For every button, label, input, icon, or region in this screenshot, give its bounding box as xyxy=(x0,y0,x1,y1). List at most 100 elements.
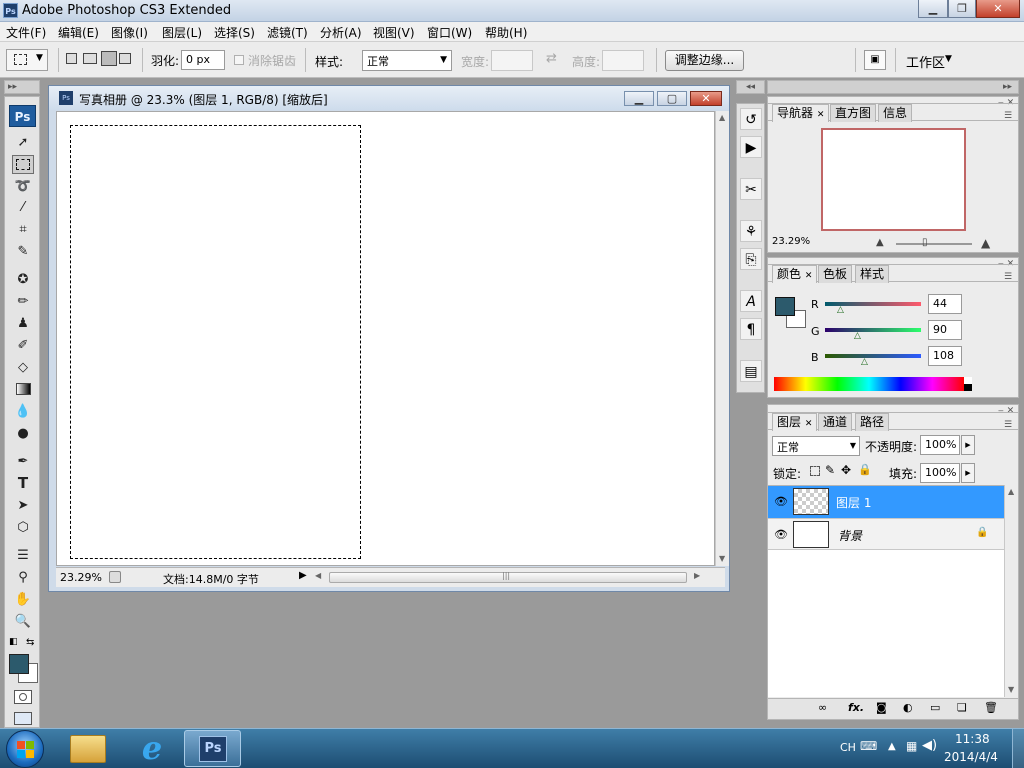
selection-marquee[interactable] xyxy=(70,125,361,559)
menu-window[interactable]: 窗口(W) xyxy=(427,24,472,41)
screen-mode-icon[interactable] xyxy=(14,712,32,725)
chevron-down-icon[interactable]: ▼ xyxy=(945,54,952,64)
menu-help[interactable]: 帮助(H) xyxy=(485,24,527,41)
shape-tool-icon[interactable]: ⬡ xyxy=(12,518,34,537)
close-icon[interactable]: ✕ xyxy=(805,419,813,429)
lock-transparency-icon[interactable] xyxy=(810,466,820,476)
eyedropper-tool-icon[interactable]: ⚲ xyxy=(12,568,34,587)
move-tool-icon[interactable]: ➚ xyxy=(12,133,34,152)
tab-navigator[interactable]: 导航器 ✕ xyxy=(772,104,830,122)
layer-mask-icon[interactable]: ◙ xyxy=(876,701,887,714)
horizontal-scroll-thumb[interactable]: ||| xyxy=(329,571,687,583)
panel-menu-icon[interactable]: ☰ xyxy=(1004,420,1012,430)
feather-input[interactable]: 0 px xyxy=(181,50,225,70)
scroll-left-icon[interactable]: ◀ xyxy=(315,571,321,580)
healing-brush-tool-icon[interactable]: ✪ xyxy=(12,270,34,289)
blue-slider-handle[interactable]: △ xyxy=(861,357,868,367)
internet-explorer-icon[interactable]: e xyxy=(134,731,170,767)
layers-scrollbar[interactable]: ▲ ▼ xyxy=(1004,485,1018,697)
delete-layer-icon[interactable]: 🗑 xyxy=(984,701,998,714)
type-tool-icon[interactable]: T xyxy=(12,474,34,493)
canvas-area[interactable] xyxy=(56,111,715,566)
doc-close-button[interactable]: ✕ xyxy=(690,91,722,106)
toolbox-collapse-icon[interactable]: ▸▸ xyxy=(4,80,40,94)
close-icon[interactable]: ✕ xyxy=(817,110,825,120)
crop-tool-icon[interactable]: ⌗ xyxy=(12,220,34,239)
opacity-input[interactable]: 100% xyxy=(920,435,960,455)
menu-layer[interactable]: 图层(L) xyxy=(162,24,202,41)
green-slider[interactable] xyxy=(825,328,921,332)
foreground-color-swatch[interactable] xyxy=(9,654,29,674)
tool-preset-picker[interactable]: ▼ xyxy=(6,49,48,71)
navigator-thumbnail[interactable] xyxy=(821,128,966,231)
width-input[interactable] xyxy=(491,50,533,71)
menu-edit[interactable]: 编辑(E) xyxy=(58,24,99,41)
intersect-selection-icon[interactable] xyxy=(119,53,131,64)
layer-row[interactable]: 👁 图层 1 xyxy=(768,486,1004,518)
character-panel-icon[interactable]: A xyxy=(740,290,762,312)
hand-tool-icon[interactable]: ✋ xyxy=(12,590,34,609)
default-colors-icon[interactable]: ◧ xyxy=(9,637,18,647)
blue-value-input[interactable]: 108 xyxy=(928,346,962,366)
blue-slider[interactable] xyxy=(825,354,921,358)
tab-color[interactable]: 颜色 ✕ xyxy=(772,265,818,283)
blur-tool-icon[interactable]: 💧 xyxy=(12,402,34,421)
show-hidden-icons-icon[interactable]: ▲ xyxy=(888,741,896,752)
menu-analysis[interactable]: 分析(A) xyxy=(320,24,362,41)
zoom-tool-icon[interactable]: 🔍 xyxy=(12,612,34,631)
new-layer-icon[interactable]: ❏ xyxy=(957,701,967,714)
clock-date[interactable]: 2014/4/4 xyxy=(944,750,998,764)
doc-minimize-button[interactable]: ▁ xyxy=(624,91,654,106)
zoom-slider-track[interactable] xyxy=(896,243,972,245)
swap-colors-icon[interactable]: ⇆ xyxy=(26,637,34,648)
style-select[interactable]: 正常 ▼ xyxy=(362,50,452,71)
refine-edge-button[interactable]: 调整边缘... xyxy=(665,50,744,71)
keyboard-icon[interactable]: ⌨ xyxy=(860,739,877,753)
menu-view[interactable]: 视图(V) xyxy=(373,24,415,41)
lock-all-icon[interactable]: 🔒 xyxy=(858,463,872,476)
color-foreground-swatch[interactable] xyxy=(775,297,795,316)
tool-presets-panel-icon[interactable]: ✂ xyxy=(740,178,762,200)
clone-source-panel-icon[interactable]: ⎘ xyxy=(740,248,762,270)
height-input[interactable] xyxy=(602,50,644,71)
pen-tool-icon[interactable]: ✒ xyxy=(12,452,34,471)
menu-filter[interactable]: 滤镜(T) xyxy=(267,24,308,41)
scroll-up-icon[interactable]: ▲ xyxy=(1008,487,1014,496)
workspace-menu[interactable]: 工作区 xyxy=(906,52,945,71)
brush-tool-icon[interactable]: ✏ xyxy=(12,292,34,311)
tab-paths[interactable]: 路径 xyxy=(855,413,890,431)
subtract-selection-icon[interactable] xyxy=(101,51,117,66)
scroll-down-icon[interactable]: ▼ xyxy=(1008,685,1014,694)
tab-layers[interactable]: 图层 ✕ xyxy=(772,413,818,431)
panel-collapse-icon[interactable]: ▸▸ xyxy=(767,80,1019,94)
document-title-bar[interactable]: Ps 写真相册 @ 23.3% (图层 1, RGB/8) [缩放后] ▁ ▢ … xyxy=(49,86,729,110)
layer-name[interactable]: 图层 1 xyxy=(836,494,871,511)
tab-histogram[interactable]: 直方图 xyxy=(830,104,877,122)
eye-icon[interactable]: 👁 xyxy=(774,528,788,541)
green-slider-handle[interactable]: △ xyxy=(854,331,861,341)
scroll-down-icon[interactable]: ▼ xyxy=(719,554,725,563)
layer-name[interactable]: 背景 xyxy=(838,527,862,544)
bridge-icon[interactable]: ▣ xyxy=(864,50,886,70)
menu-select[interactable]: 选择(S) xyxy=(214,24,255,41)
doc-maximize-button[interactable]: ▢ xyxy=(657,91,687,106)
show-desktop-button[interactable] xyxy=(1012,729,1024,768)
quick-mask-icon[interactable] xyxy=(14,690,32,704)
network-icon[interactable]: ▦ xyxy=(906,739,917,753)
minimize-button[interactable]: ▁ xyxy=(918,0,948,18)
status-menu-arrow-icon[interactable]: ▶ xyxy=(299,570,307,581)
dodge-tool-icon[interactable]: ● xyxy=(12,424,34,443)
marquee-tool-icon[interactable] xyxy=(12,155,34,174)
menu-image[interactable]: 图像(I) xyxy=(111,24,148,41)
magic-wand-tool-icon[interactable]: ⁄ xyxy=(12,198,34,217)
status-info-icon[interactable] xyxy=(109,571,121,583)
taskbar-photoshop-button[interactable]: Ps xyxy=(184,730,241,767)
history-panel-icon[interactable]: ↺ xyxy=(740,108,762,130)
dock-expand-icon[interactable]: ◂◂ xyxy=(736,80,765,94)
slice-tool-icon[interactable]: ✎ xyxy=(12,242,34,261)
lock-image-icon[interactable]: ✎ xyxy=(825,463,835,477)
tab-channels[interactable]: 通道 xyxy=(818,413,853,431)
spectrum-white-swatch[interactable] xyxy=(964,377,972,384)
swap-icon[interactable]: ⇄ xyxy=(546,51,557,66)
adjustment-layer-icon[interactable]: ◐ xyxy=(903,701,913,714)
